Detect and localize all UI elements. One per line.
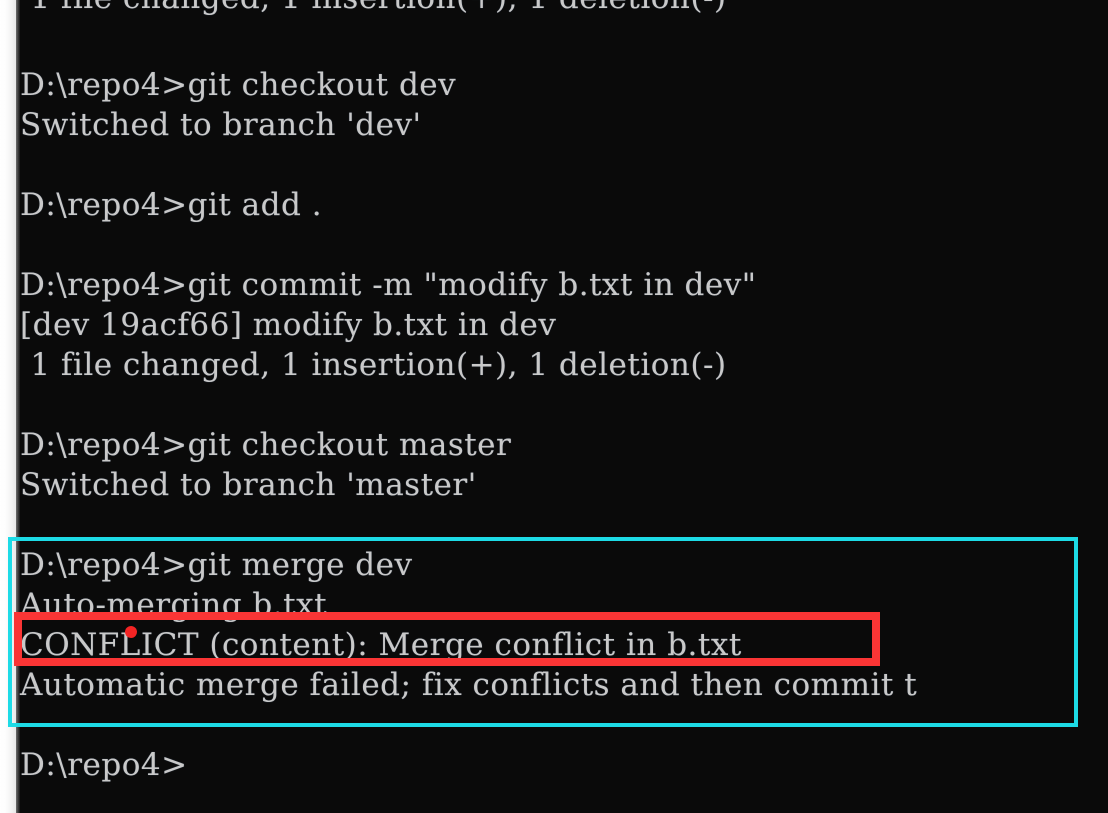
terminal-line: D:\repo4>git commit -m "modify b.txt in … (20, 267, 757, 303)
terminal-output-area[interactable]: 1 file changed, 1 insertion(+), 1 deleti… (20, 0, 1108, 813)
command-prompt-window: 1 file changed, 1 insertion(+), 1 deleti… (0, 0, 1108, 813)
terminal-line: Switched to branch 'master' (20, 467, 477, 503)
terminal-line: CONFLICT (content): Merge conflict in b.… (20, 627, 742, 663)
terminal-line: Automatic merge failed; fix conflicts an… (20, 667, 918, 703)
terminal-line: D:\repo4>git add . (20, 187, 323, 223)
window-left-gutter (0, 0, 16, 813)
terminal-line: Auto-merging b.txt (20, 587, 328, 623)
terminal-line: Switched to branch 'dev' (20, 107, 422, 143)
terminal-line: 1 file changed, 1 insertion(+), 1 deleti… (20, 0, 727, 18)
terminal-line: 1 file changed, 1 insertion(+), 1 deleti… (20, 347, 727, 383)
terminal-line: D:\repo4>git merge dev (20, 547, 413, 583)
terminal-line: D:\repo4>git checkout master (20, 427, 512, 463)
terminal-line: D:\repo4>git checkout dev (20, 67, 457, 103)
terminal-line: [dev 19acf66] modify b.txt in dev (20, 307, 557, 343)
terminal-line: D:\repo4> (20, 747, 188, 783)
